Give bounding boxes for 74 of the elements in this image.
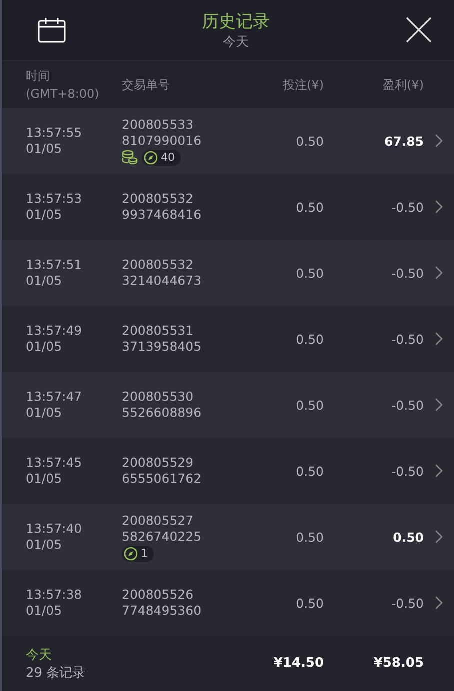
- bonus-badge: 40: [142, 150, 181, 166]
- date-text: 01/05: [26, 207, 64, 223]
- stake-amount: 0.50: [295, 200, 324, 214]
- order-number: 8107990016: [122, 132, 203, 148]
- order-number: 9937468416: [122, 207, 203, 223]
- column-header: 时间: [26, 68, 51, 84]
- order-number: 7748495360: [122, 603, 203, 619]
- time-text: 13:57:49: [26, 323, 84, 339]
- order-number: 3214044673: [122, 273, 203, 289]
- chevron-right-icon[interactable]: [435, 530, 443, 544]
- profit-amount: -0.50: [390, 332, 424, 346]
- time-text: 13:57:47: [26, 389, 84, 405]
- order-number: 3713958405: [122, 339, 203, 355]
- stake-amount: 0.50: [295, 266, 324, 280]
- chevron-right-icon[interactable]: [435, 596, 443, 610]
- time-text: 13:57:51: [26, 257, 84, 273]
- period-label: 今天: [26, 646, 53, 664]
- stake-amount: 0.50: [295, 596, 324, 610]
- order-number: 200805531: [122, 323, 195, 339]
- chevron-right-icon[interactable]: [435, 332, 443, 346]
- order-number: 5526608896: [122, 405, 203, 421]
- date-text: 01/05: [26, 471, 64, 487]
- stake-amount: 0.50: [295, 398, 324, 412]
- chevron-right-icon[interactable]: [435, 134, 443, 148]
- stake-total: ¥14.50: [272, 656, 324, 671]
- chevron-right-icon[interactable]: [435, 464, 443, 478]
- column-header: 交易单号: [122, 76, 171, 94]
- profit-total: ¥58.05: [372, 656, 424, 671]
- order-number: 200805529: [122, 455, 195, 471]
- order-number: 200805532: [122, 191, 195, 207]
- profit-amount: -0.50: [390, 266, 424, 280]
- record-count: 29 条记录: [26, 664, 87, 682]
- bonus-badge: 1: [122, 546, 154, 562]
- profit-amount: -0.50: [390, 398, 424, 412]
- date-text: 01/05: [26, 273, 64, 289]
- time-text: 13:57:53: [26, 191, 84, 207]
- compass-icon: [144, 150, 158, 164]
- stake-amount: 0.50: [295, 464, 324, 478]
- chevron-right-icon[interactable]: [435, 398, 443, 412]
- profit-amount: -0.50: [390, 200, 424, 214]
- column-header: 投注(¥): [282, 76, 324, 94]
- window-title: 历史记录: [202, 10, 270, 32]
- profit-amount: -0.50: [390, 596, 424, 610]
- stake-amount: 0.50: [295, 332, 324, 346]
- profit-amount: 67.85: [383, 134, 424, 148]
- coins-icon: [122, 150, 138, 165]
- close-icon[interactable]: [406, 17, 432, 43]
- order-number: 200805533: [122, 116, 195, 132]
- date-text: 01/05: [26, 537, 64, 553]
- order-number: 200805532: [122, 257, 195, 273]
- date-text: 01/05: [26, 603, 64, 619]
- stake-amount: 0.50: [295, 134, 324, 148]
- order-number: 200805530: [122, 389, 195, 405]
- compass-icon: [124, 546, 138, 560]
- profit-amount: -0.50: [390, 464, 424, 478]
- timezone-label: (GMT+8:00): [26, 86, 100, 102]
- order-number: 6555061762: [122, 471, 203, 487]
- date-text: 01/05: [26, 405, 64, 421]
- date-text: 01/05: [26, 339, 64, 355]
- chevron-right-icon[interactable]: [435, 266, 443, 280]
- time-text: 13:57:40: [26, 521, 84, 537]
- date-subtitle: 今天: [223, 34, 249, 50]
- time-text: 13:57:55: [26, 125, 84, 141]
- calendar-icon[interactable]: [38, 17, 66, 43]
- column-header: 盈利(¥): [382, 76, 424, 94]
- order-number: 5826740225: [122, 528, 203, 544]
- date-text: 01/05: [26, 141, 64, 157]
- order-number: 200805526: [122, 587, 195, 603]
- profit-amount: 0.50: [392, 530, 424, 544]
- stake-amount: 0.50: [295, 530, 324, 544]
- time-text: 13:57:45: [26, 455, 84, 471]
- chevron-right-icon[interactable]: [435, 200, 443, 214]
- time-text: 13:57:38: [26, 587, 84, 603]
- order-number: 200805527: [122, 512, 195, 528]
